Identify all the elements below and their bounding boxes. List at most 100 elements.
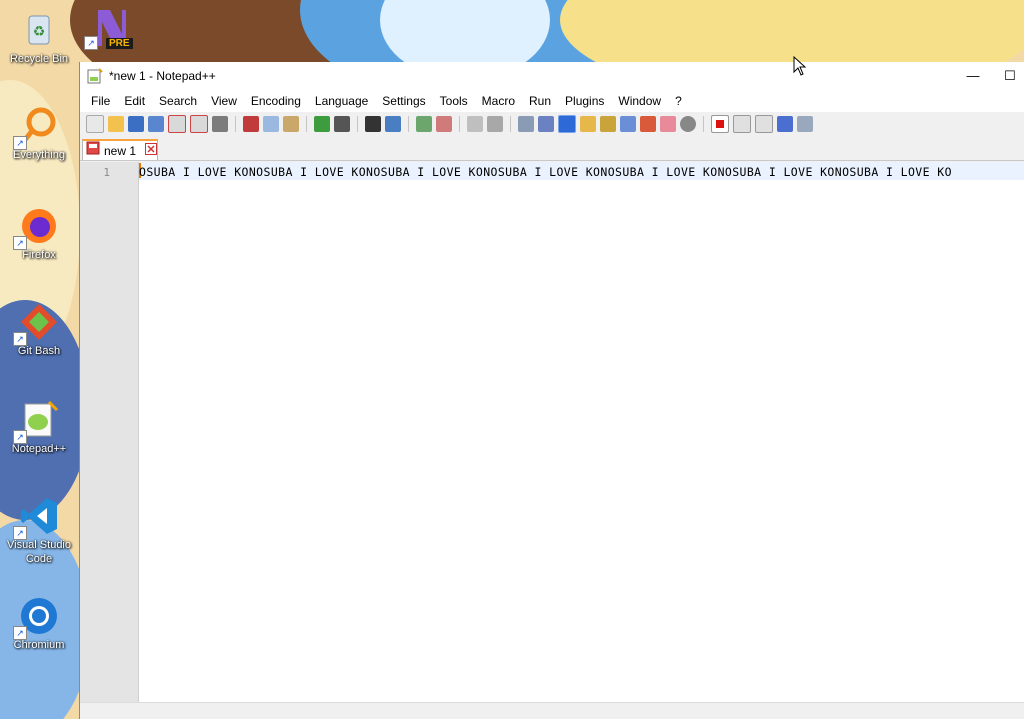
pre-badge: PRE (106, 38, 133, 49)
window-title: *new 1 - Notepad++ (109, 69, 216, 83)
shortcut-arrow-icon: ↗ (13, 236, 27, 250)
desktop-icon-vscode[interactable]: ↗ Visual Studio Code (2, 496, 76, 566)
replace-icon[interactable] (385, 116, 401, 132)
unsaved-file-icon (86, 141, 100, 160)
desktop-icon-git-bash[interactable]: ↗ Git Bash (2, 302, 76, 358)
toolbar-separator (357, 116, 358, 132)
save-all-icon[interactable] (148, 116, 164, 132)
desktop-icon-firefox[interactable]: ↗ Firefox (2, 206, 76, 262)
folder-workspace-icon[interactable] (660, 116, 676, 132)
menu-edit[interactable]: Edit (117, 90, 152, 112)
toolbar-separator (235, 116, 236, 132)
tab-bar: new 1 (80, 136, 1024, 161)
menu-encoding[interactable]: Encoding (244, 90, 308, 112)
notepadpp-app-icon (87, 68, 103, 84)
desktop-icon-label: Visual Studio Code (6, 539, 71, 565)
menu-run[interactable]: Run (522, 90, 558, 112)
toolbar-separator (510, 116, 511, 132)
desktop-icon-notepadpp[interactable]: ↗ Notepad++ (2, 400, 76, 456)
menu-bar: File Edit Search View Encoding Language … (80, 90, 1024, 112)
menu-help[interactable]: ? (668, 90, 689, 112)
menu-file[interactable]: File (84, 90, 117, 112)
menu-tools[interactable]: Tools (433, 90, 475, 112)
redo-icon[interactable] (334, 116, 350, 132)
udl-icon[interactable] (580, 116, 596, 132)
line-number-gutter: 1 (80, 162, 139, 711)
paste-icon[interactable] (283, 116, 299, 132)
tab-new-1[interactable]: new 1 (82, 139, 158, 160)
print-icon[interactable] (212, 116, 228, 132)
notepadpp-window: *new 1 - Notepad++ — ☐ File Edit Search … (79, 62, 1024, 719)
desktop-icon-label: Git Bash (17, 345, 61, 357)
undo-icon[interactable] (314, 116, 330, 132)
toolbar (80, 112, 1024, 136)
stop-recording-icon[interactable] (733, 115, 751, 133)
sync-horizontal-icon[interactable] (487, 116, 503, 132)
editor-area[interactable]: 1 OSUBA I LOVE KONOSUBA I LOVE KONOSUBA … (80, 162, 1024, 711)
shortcut-arrow-icon: ↗ (13, 526, 27, 540)
desktop-icon-recycle-bin[interactable]: ♻ Recycle Bin (2, 10, 76, 66)
horizontal-scrollbar[interactable] (80, 702, 1024, 711)
toolbar-separator (408, 116, 409, 132)
monitoring-icon[interactable] (680, 116, 696, 132)
desktop-icons: ♻ Recycle Bin PRE ↗ ↗ Everything ↗ Firef… (0, 0, 133, 719)
cut-icon[interactable] (243, 116, 259, 132)
desktop-icon-label: Chromium (13, 639, 65, 651)
desktop-icon-label: Notepad++ (11, 443, 67, 455)
desktop-icon-label: Recycle Bin (9, 53, 69, 65)
menu-plugins[interactable]: Plugins (558, 90, 611, 112)
desktop-icon-label: Everything (13, 149, 65, 161)
zoom-out-icon[interactable] (436, 116, 452, 132)
show-all-characters-icon[interactable] (538, 116, 554, 132)
copy-icon[interactable] (263, 116, 279, 132)
new-file-icon[interactable] (86, 115, 104, 133)
toolbar-separator (459, 116, 460, 132)
shortcut-arrow-icon: ↗ (13, 332, 27, 346)
run-macro-multiple-icon[interactable] (777, 116, 793, 132)
menu-search[interactable]: Search (152, 90, 204, 112)
indent-guide-icon[interactable] (558, 115, 576, 133)
vscode-icon: ↗ (13, 496, 59, 540)
current-line[interactable]: OSUBA I LOVE KONOSUBA I LOVE KONOSUBA I … (139, 162, 1024, 180)
tab-label: new 1 (104, 143, 137, 158)
menu-macro[interactable]: Macro (475, 90, 522, 112)
menu-view[interactable]: View (204, 90, 244, 112)
maximize-button[interactable]: ☐ (995, 62, 1024, 90)
toolbar-separator (703, 116, 704, 132)
shortcut-arrow-icon: ↗ (13, 136, 27, 150)
menu-window[interactable]: Window (611, 90, 668, 112)
desktop-icon-everything[interactable]: ↗ Everything (2, 106, 76, 162)
find-icon[interactable] (365, 116, 381, 132)
shortcut-arrow-icon: ↗ (13, 430, 27, 444)
title-bar[interactable]: *new 1 - Notepad++ — ☐ (80, 62, 1024, 90)
save-macro-icon[interactable] (797, 116, 813, 132)
desktop-icon-pre-app[interactable]: PRE ↗ (82, 6, 138, 50)
save-icon[interactable] (128, 116, 144, 132)
open-file-icon[interactable] (108, 116, 124, 132)
desktop-icon-label: Firefox (22, 249, 56, 261)
word-wrap-icon[interactable] (518, 116, 534, 132)
recycle-bin-icon: ♻ (19, 10, 59, 50)
sync-vertical-icon[interactable] (467, 116, 483, 132)
line-text: OSUBA I LOVE KONOSUBA I LOVE KONOSUBA I … (139, 165, 952, 179)
document-list-icon[interactable] (620, 116, 636, 132)
shortcut-arrow-icon: ↗ (84, 36, 98, 50)
menu-language[interactable]: Language (308, 90, 375, 112)
mouse-pointer-icon (793, 55, 807, 76)
record-macro-icon[interactable] (711, 115, 729, 133)
minimize-button[interactable]: — (950, 62, 996, 90)
desktop-icon-chromium[interactable]: ↗ Chromium (2, 596, 76, 652)
close-tab-icon[interactable] (145, 142, 158, 160)
menu-settings[interactable]: Settings (375, 90, 432, 112)
firefox-icon: ↗ (13, 206, 59, 250)
app-icon: PRE ↗ (84, 6, 133, 50)
close-all-icon[interactable] (190, 115, 208, 133)
zoom-in-icon[interactable] (416, 116, 432, 132)
everything-icon: ↗ (13, 106, 59, 150)
close-file-icon[interactable] (168, 115, 186, 133)
git-bash-icon: ↗ (13, 302, 59, 346)
document-map-icon[interactable] (600, 116, 616, 132)
function-list-icon[interactable] (640, 116, 656, 132)
playback-icon[interactable] (755, 115, 773, 133)
chromium-icon: ↗ (13, 596, 59, 640)
